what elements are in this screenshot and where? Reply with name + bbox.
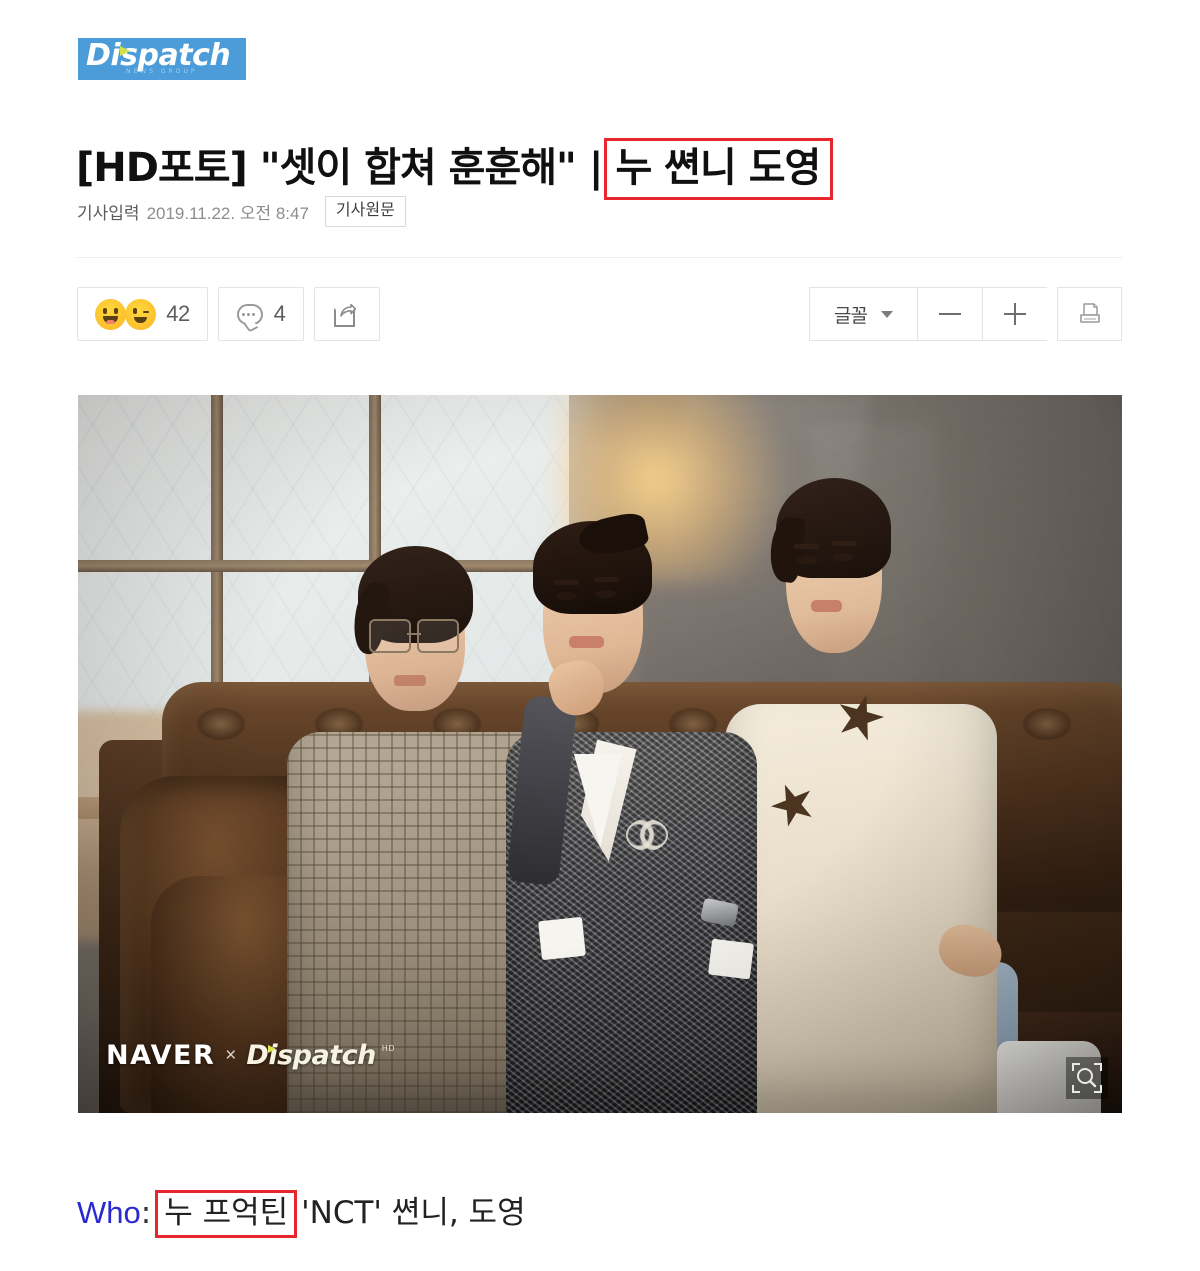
toolbar-right-group: 글꼴 [809, 287, 1122, 341]
byline-date: 2019.11.22. 오전 8:47 [146, 204, 309, 223]
chevron-down-icon [880, 310, 893, 318]
article-page: Dispatch NEWS GROUP [HD포토] "셋이 합쳐 훈훈해" |… [0, 0, 1200, 1271]
photo-watermark: NAVER × Dispatch HD [106, 1040, 395, 1071]
comment-button[interactable]: 4 [218, 287, 304, 341]
zoom-magnifier-icon [1072, 1063, 1102, 1093]
smile-emoji-icon [95, 298, 127, 330]
watermark-times-icon: × [225, 1044, 237, 1066]
photo-vignette [78, 395, 1122, 1113]
watermark-naver: NAVER [106, 1040, 216, 1071]
photo-caption: Who: 누 프억틴 'NCT' 쎤니, 도영 [77, 1190, 526, 1238]
byline-label: 기사입력 [77, 204, 140, 223]
press-logo-subtitle: NEWS GROUP [126, 68, 198, 75]
photo-zoom-button[interactable] [1066, 1057, 1108, 1099]
watermark-accent-icon [268, 1045, 277, 1053]
share-icon [334, 302, 360, 327]
share-button[interactable] [314, 287, 380, 341]
printer-icon [1077, 301, 1103, 327]
plus-icon [1004, 303, 1026, 325]
caption-who-label: Who [77, 1195, 141, 1230]
watermark-dispatch-text: Dispatch [246, 1040, 376, 1071]
print-button[interactable] [1057, 287, 1122, 341]
reaction-button[interactable]: 42 [77, 287, 208, 341]
title-highlight-box: 누 쎤니 도영 [604, 137, 834, 200]
caption-rest: 'NCT' 쎤니, 도영 [301, 1195, 526, 1231]
increase-font-button[interactable] [982, 287, 1047, 341]
watermark-dispatch: Dispatch [246, 1040, 376, 1071]
press-logo-accent-icon [120, 46, 130, 56]
font-selector-label: 글꼴 [834, 305, 868, 327]
wink-emoji-icon [125, 298, 157, 330]
page-title: [HD포토] "셋이 합쳐 훈훈해" | 누 쎤니 도영 [76, 137, 1076, 200]
article-toolbar: 42 4 글꼴 [77, 287, 1122, 343]
article-photo[interactable]: NAVER × Dispatch HD [78, 395, 1122, 1113]
decrease-font-button[interactable] [917, 287, 982, 341]
original-article-button[interactable]: 기사원문 [324, 196, 406, 227]
title-prefix: [HD포토] "셋이 합쳐 훈훈해" | [76, 144, 603, 191]
watermark-superscript: HD [381, 1044, 396, 1053]
byline: 기사입력 2019.11.22. 오전 8:47 기사원문 [77, 196, 406, 227]
font-selector[interactable]: 글꼴 [809, 287, 917, 341]
speech-bubble-icon [236, 303, 263, 325]
press-logo[interactable]: Dispatch NEWS GROUP [78, 38, 246, 80]
caption-colon: : [140, 1195, 152, 1231]
caption-highlight-box: 누 프억틴 [155, 1190, 298, 1238]
header-divider [77, 257, 1122, 258]
reaction-count: 42 [166, 301, 190, 326]
toolbar-left-group: 42 4 [77, 287, 380, 341]
minus-icon [939, 313, 961, 315]
comment-count: 4 [273, 301, 286, 326]
